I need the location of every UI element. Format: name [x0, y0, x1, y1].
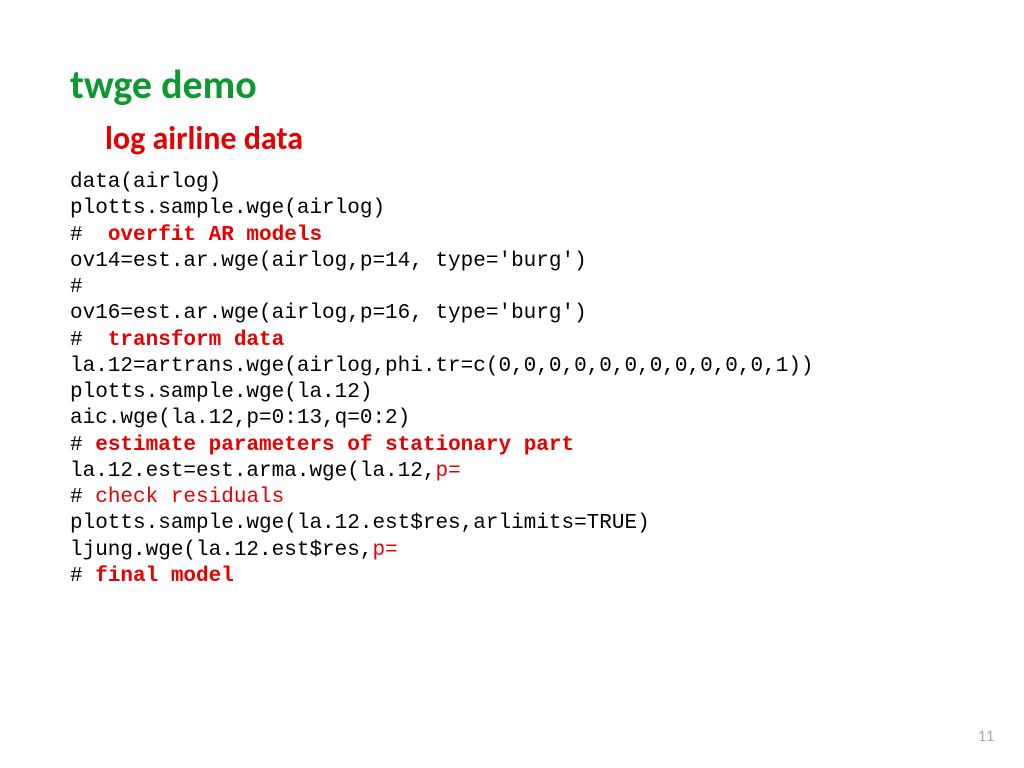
code-line: # — [70, 434, 95, 457]
code-line: # — [70, 276, 83, 299]
slide-title: twge demo — [70, 60, 954, 109]
code-line: # — [70, 486, 95, 509]
code-comment: final model — [95, 565, 234, 588]
code-comment: transform data — [108, 329, 284, 352]
code-line: ljung.wge(la.12.est$res, — [70, 539, 372, 562]
slide-subtitle: log airline data — [105, 119, 954, 158]
code-line: ov16=est.ar.wge(airlog,p=16, type='burg'… — [70, 302, 587, 325]
code-param: p= — [372, 539, 397, 562]
code-line: plotts.sample.wge(airlog) — [70, 197, 385, 220]
code-line: data(airlog) — [70, 171, 221, 194]
code-comment: check residuals — [95, 486, 284, 509]
code-line: plotts.sample.wge(la.12) — [70, 381, 372, 404]
code-comment: estimate parameters of stationary part — [95, 434, 574, 457]
code-line: # — [70, 565, 95, 588]
code-param: p= — [435, 460, 460, 483]
code-comment: overfit AR models — [108, 224, 322, 247]
code-line: plotts.sample.wge(la.12.est$res,arlimits… — [70, 512, 650, 535]
code-line: la.12.est=est.arma.wge(la.12, — [70, 460, 435, 483]
code-line: la.12=artrans.wge(airlog,phi.tr=c(0,0,0,… — [70, 355, 814, 378]
code-line: aic.wge(la.12,p=0:13,q=0:2) — [70, 407, 410, 430]
slide: twge demo log airline data data(airlog) … — [0, 0, 1024, 768]
code-line: # — [70, 329, 108, 352]
code-line: ov14=est.ar.wge(airlog,p=14, type='burg'… — [70, 250, 587, 273]
code-block: data(airlog) plotts.sample.wge(airlog) #… — [70, 170, 954, 590]
code-line: # — [70, 224, 108, 247]
page-number: 11 — [978, 727, 994, 746]
